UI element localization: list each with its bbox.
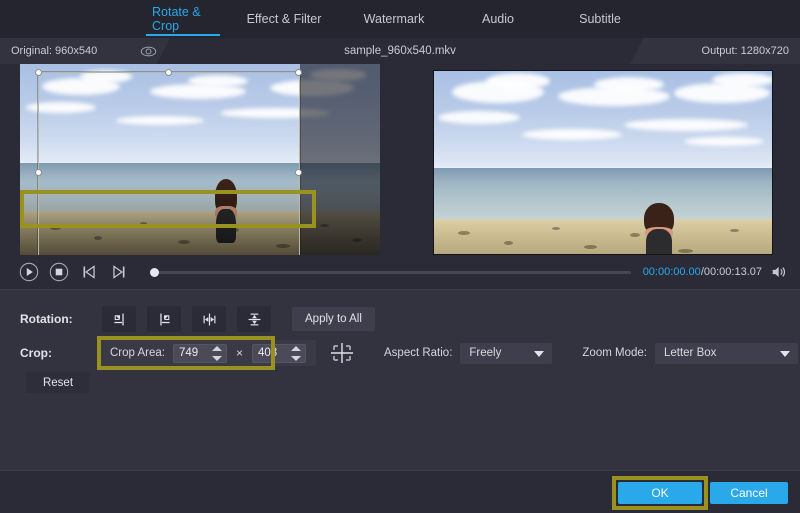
tab-label: Effect & Filter [247, 12, 322, 26]
crop-selection-rect[interactable] [38, 72, 300, 255]
output-video-frame [433, 70, 773, 255]
zoom-mode-select[interactable]: Letter Box [655, 343, 798, 364]
flip-horizontal-button[interactable] [192, 306, 226, 332]
tab-label: Rotate & Crop [152, 5, 214, 33]
crop-handle-top-center[interactable] [165, 69, 172, 76]
sand-region [434, 219, 772, 254]
rotation-label: Rotation: [20, 312, 102, 326]
cancel-button[interactable]: Cancel [710, 482, 788, 504]
chevron-down-icon [780, 351, 790, 357]
zoom-mode-value: Letter Box [664, 347, 716, 359]
crop-width-stepper[interactable] [173, 344, 227, 363]
play-icon[interactable] [18, 261, 40, 283]
apply-to-all-label: Apply to All [305, 313, 362, 325]
crop-marker-icon[interactable] [328, 341, 356, 365]
zoom-mode-caption: Zoom Mode: [582, 347, 647, 359]
ok-button[interactable]: OK [618, 482, 702, 504]
reset-label: Reset [43, 377, 73, 389]
seek-handle[interactable] [150, 268, 159, 277]
seek-bar[interactable] [152, 271, 631, 274]
aspect-ratio-select[interactable]: Freely [460, 343, 552, 364]
aspect-ratio-group: Aspect Ratio: Freely [384, 343, 552, 364]
crop-area-group: Crop Area: × [100, 340, 316, 366]
rotate-right-button[interactable] [147, 306, 181, 332]
spin-down-icon[interactable] [212, 356, 222, 361]
flip-vertical-button[interactable] [237, 306, 271, 332]
crop-label: Crop: [20, 346, 100, 360]
output-preview-panel[interactable] [400, 64, 800, 255]
total-time: 00:00:13.07 [704, 266, 762, 278]
tab-audio[interactable]: Audio [448, 0, 548, 38]
original-resolution-label: Original: 960x540 [11, 45, 97, 57]
crop-handle-top-right[interactable] [295, 69, 302, 76]
preview-info-bar: sample_960x540.mkv Original: 960x540 Out… [0, 38, 800, 64]
stop-icon[interactable] [48, 261, 70, 283]
output-resolution-label: Output: 1280x720 [702, 45, 789, 57]
preview-stage [0, 64, 800, 255]
time-display: 00:00:00.00/00:00:13.07 [643, 266, 762, 278]
crop-height-spin-buttons[interactable] [291, 346, 302, 361]
aspect-ratio-value: Freely [469, 347, 501, 359]
crop-handle-middle-left[interactable] [35, 169, 42, 176]
tab-label: Watermark [364, 12, 425, 26]
aspect-ratio-caption: Aspect Ratio: [384, 347, 452, 359]
cancel-label: Cancel [730, 486, 767, 500]
crop-width-spin-buttons[interactable] [212, 346, 223, 361]
apply-to-all-button[interactable]: Apply to All [292, 307, 375, 331]
tab-bar: Rotate & Crop Effect & Filter Watermark … [0, 0, 800, 38]
sea-region [434, 168, 772, 219]
chevron-down-icon [534, 351, 544, 357]
previous-frame-icon[interactable] [78, 261, 100, 283]
video-crop-dialog: Rotate & Crop Effect & Filter Watermark … [0, 0, 800, 513]
rotation-row: Rotation: [0, 306, 800, 332]
crop-height-stepper[interactable] [252, 344, 306, 363]
editing-controls-panel: Rotation: [0, 289, 800, 470]
volume-icon[interactable] [770, 263, 788, 281]
eye-icon[interactable] [140, 43, 157, 60]
playback-controls: 00:00:00.00/00:00:13.07 [0, 255, 800, 289]
output-resolution-chip: Output: 1280x720 [630, 38, 800, 64]
tab-subtitle[interactable]: Subtitle [548, 0, 652, 38]
crop-dim-right [300, 64, 380, 255]
crop-area-caption: Crop Area: [110, 347, 165, 359]
tab-watermark[interactable]: Watermark [340, 0, 448, 38]
crop-handle-middle-right[interactable] [295, 169, 302, 176]
dialog-footer: OK Cancel [0, 470, 800, 513]
person-figure [644, 203, 674, 255]
tab-label: Audio [482, 12, 514, 26]
reset-button[interactable]: Reset [26, 372, 90, 393]
spin-down-icon[interactable] [291, 356, 301, 361]
zoom-mode-group: Zoom Mode: Letter Box [582, 343, 798, 364]
original-preview-panel[interactable] [0, 64, 400, 255]
crop-row: Crop: Crop Area: × [0, 340, 800, 366]
tab-label: Subtitle [579, 12, 621, 26]
rotate-left-button[interactable] [102, 306, 136, 332]
crop-width-input[interactable] [174, 345, 212, 362]
next-frame-icon[interactable] [108, 261, 130, 283]
current-time: 00:00:00.00 [643, 266, 701, 278]
tab-rotate-crop[interactable]: Rotate & Crop [138, 0, 228, 38]
dimension-separator: × [236, 346, 243, 360]
crop-handle-top-left[interactable] [35, 69, 42, 76]
spin-up-icon[interactable] [291, 346, 301, 351]
spin-up-icon[interactable] [212, 346, 222, 351]
ok-label: OK [651, 486, 668, 500]
crop-height-input[interactable] [253, 345, 291, 362]
tab-effect-filter[interactable]: Effect & Filter [228, 0, 340, 38]
